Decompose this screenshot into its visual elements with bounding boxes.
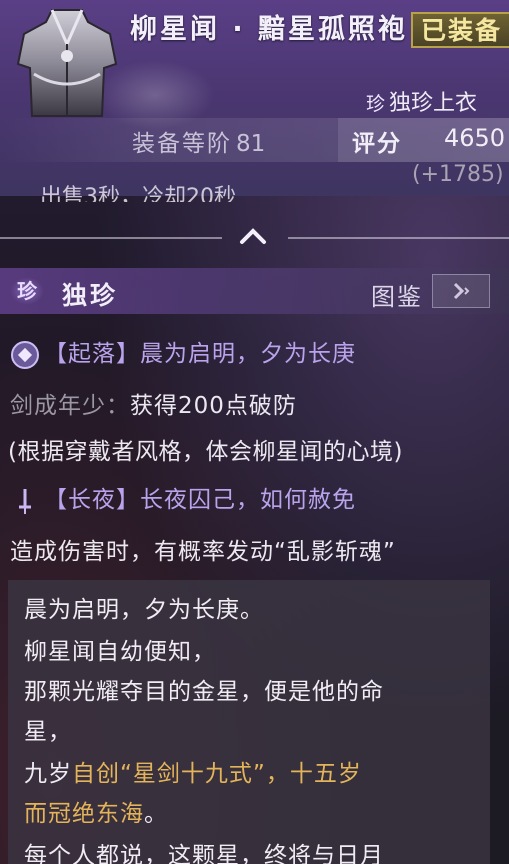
chevron-up-icon[interactable] (238, 224, 268, 248)
rarity-icon: 珍 (10, 277, 44, 305)
rarity-mini-badge: 珍 (366, 93, 386, 115)
equipped-badge: 已装备 (411, 12, 509, 48)
lore-line-2: 柳星闻自幼便知， (24, 639, 216, 665)
sword-icon (19, 488, 31, 514)
lore-line-6: 而冠绝东海。 (24, 794, 168, 828)
lore-line-4: 星， (24, 719, 72, 745)
skill-1-name: 起落 (68, 341, 116, 367)
lore-line-7: 每个人都说，这颗星，终将与日月 (24, 843, 384, 864)
score-label: 评分 (352, 131, 402, 157)
skill-2-bracket-open: 【 (44, 487, 68, 513)
tier-stat: 装备等阶 81 (132, 124, 265, 158)
lore-line-3: 那颗光耀夺目的金星，便是他的命 (24, 679, 384, 705)
tier-label: 装备等阶 (132, 131, 232, 157)
skill-1-bracket-close: 】 (116, 341, 140, 367)
skill-2-bracket-close: 】 (116, 487, 140, 513)
skill-1-bracket-open: 【 (44, 341, 68, 367)
atlas-button[interactable] (432, 274, 490, 308)
rarity-label: 独珍 (62, 281, 119, 310)
lore-line-5-start: 九岁 (24, 761, 72, 787)
slot-label: 独珍上衣 (389, 91, 478, 116)
skill-2-name: 长夜 (68, 487, 116, 513)
robe-item-icon (16, 9, 118, 117)
lore-line-6-highlight: 而冠绝东海 (24, 801, 144, 827)
lore-line-5: 九岁自创“星剑十九式”，十五岁 (24, 754, 362, 788)
score-delta: (+1785) (412, 162, 504, 187)
skill-1-effect-text: 获得200点破防 (130, 393, 297, 419)
skill-1-effect-source: 剑成年少： (10, 393, 130, 419)
skill-1-note: (根据穿戴者风格，体会柳星闻的心境) (8, 439, 403, 465)
lore-line-5-highlight: 自创“星剑十九式”，十五岁 (72, 761, 362, 787)
truncated-text: 出售3秒，冷却20秒 (40, 185, 236, 202)
divider-left (0, 237, 222, 239)
tier-value: 81 (236, 131, 266, 157)
skill-2-title: 【长夜】长夜囚己，如何赦免 (10, 480, 356, 516)
skill-1-title: 【起落】晨为启明，夕为长庚 (10, 334, 356, 370)
skill-2-effect: 造成伤害时，有概率发动“乱影斩魂” (10, 539, 396, 565)
diamond-arrow-icon (453, 282, 470, 300)
lore-line-6-end: 。 (144, 801, 168, 827)
skill-1-phrase: 晨为启明，夕为长庚 (140, 341, 356, 367)
score-value: 4650 (444, 124, 506, 152)
skill-1-effect: 剑成年少：获得200点破防 (10, 386, 297, 420)
atlas-label[interactable]: 图鉴 (371, 277, 423, 312)
item-slot: 珍独珍上衣 (366, 90, 509, 118)
skill-2-phrase: 长夜囚己，如何赦免 (140, 487, 356, 513)
divider-right (288, 237, 509, 239)
diamond-emblem-icon (11, 340, 39, 369)
lore-line-1: 晨为启明，夕为长庚。 (24, 597, 264, 623)
item-title: 柳星闻 · 黯星孤照袍 (130, 14, 409, 45)
